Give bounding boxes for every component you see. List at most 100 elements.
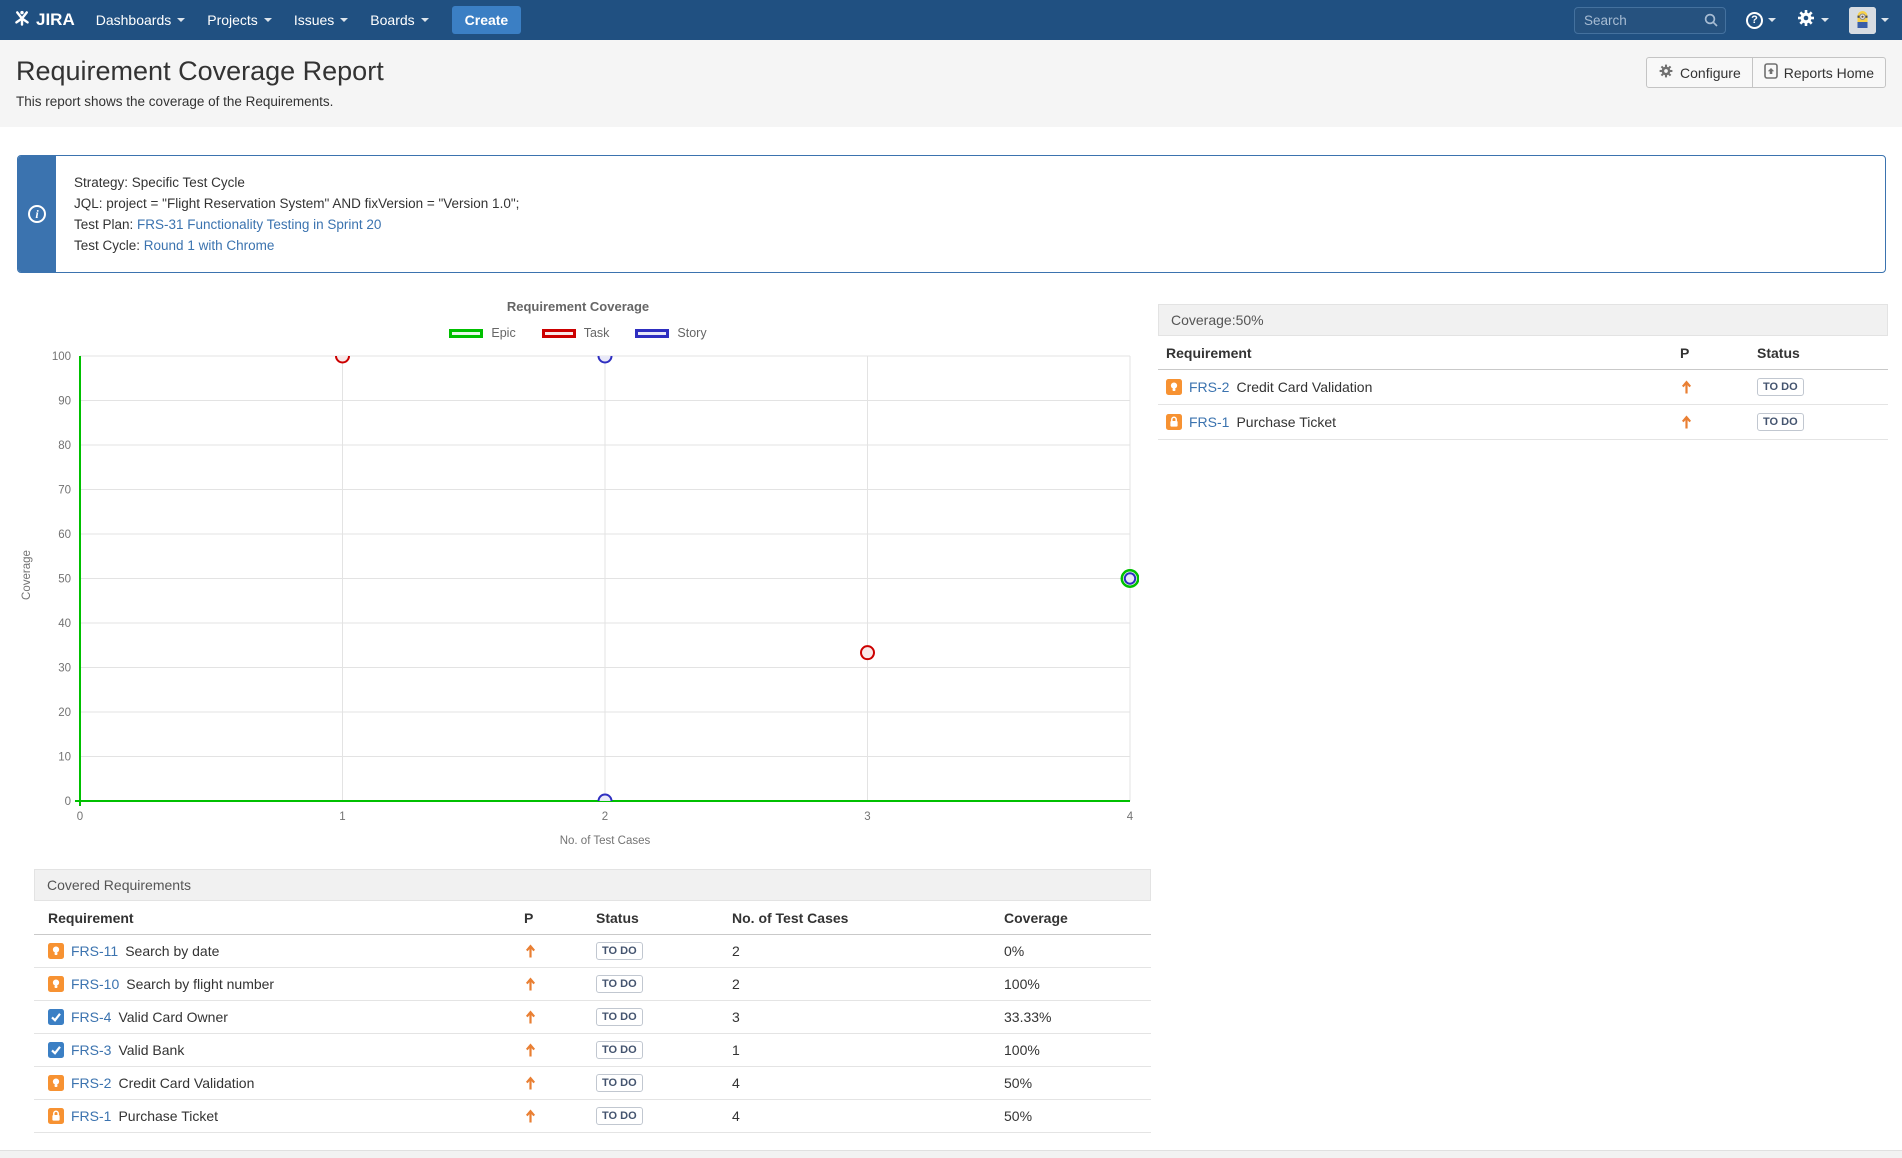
top-navbar: JIRA Dashboards Projects Issues Boards C… (0, 0, 1902, 40)
report-document-icon (1764, 63, 1778, 82)
status-badge: TO DO (1757, 413, 1804, 431)
issue-key-link[interactable]: FRS-1 (1189, 414, 1229, 430)
table-row: FRS-2Credit Card ValidationTO DO450% (34, 1067, 1151, 1100)
gear-icon (1796, 8, 1816, 33)
info-line: Strategy: Specific Test Cycle (74, 172, 519, 193)
issue-key-link[interactable]: FRS-4 (71, 1009, 111, 1025)
legend-label: Task (584, 326, 610, 340)
nav-boards[interactable]: Boards (359, 0, 439, 40)
table-header-row: RequirementPStatus (1158, 336, 1888, 370)
legend-swatch (542, 329, 576, 338)
svg-text:4: 4 (1127, 811, 1134, 823)
test-cases-value: 4 (724, 1108, 996, 1124)
task-issue-type-icon (48, 1009, 64, 1025)
legend-item-epic: Epic (449, 326, 515, 340)
y-axis-label: Coverage (21, 535, 33, 615)
bulb-issue-type-icon (48, 943, 64, 959)
status-badge: TO DO (596, 1008, 643, 1026)
svg-text:1: 1 (339, 811, 345, 823)
priority-high-icon (1680, 414, 1693, 430)
table-header-row: RequirementPStatusNo. of Test CasesCover… (34, 901, 1151, 935)
scatter-plot: 010203040506070809010001234 (17, 348, 1139, 834)
issue-key-link[interactable]: FRS-3 (71, 1042, 111, 1058)
issue-key-link[interactable]: FRS-10 (71, 976, 119, 992)
status-badge: TO DO (596, 1107, 643, 1125)
chart-title: Requirement Coverage (17, 299, 1139, 314)
issue-key-link[interactable]: FRS-11 (71, 943, 118, 959)
svg-text:40: 40 (58, 618, 71, 630)
coverage-value: 100% (996, 976, 1151, 992)
nav-projects[interactable]: Projects (196, 0, 283, 40)
chevron-down-icon (264, 18, 272, 22)
issue-summary: Valid Card Owner (118, 1009, 227, 1025)
info-link[interactable]: Round 1 with Chrome (144, 238, 275, 253)
priority-high-icon (524, 1009, 537, 1025)
table-row: FRS-2 Credit Card Validation TO DO (1158, 370, 1888, 405)
help-icon: ? (1746, 12, 1763, 29)
status-badge: TO DO (596, 975, 643, 993)
data-point-story[interactable] (599, 795, 612, 808)
svg-text:30: 30 (58, 663, 71, 675)
configure-button[interactable]: Configure (1646, 57, 1753, 88)
chevron-down-icon (1768, 18, 1776, 22)
issue-key-link[interactable]: FRS-2 (71, 1075, 111, 1091)
status-badge: TO DO (596, 942, 643, 960)
chevron-down-icon (1821, 18, 1829, 22)
coverage-value: 0% (996, 943, 1151, 959)
chevron-down-icon (421, 18, 429, 22)
reports-home-button[interactable]: Reports Home (1752, 57, 1886, 88)
priority-high-icon (1680, 379, 1693, 395)
data-point-task[interactable] (336, 350, 349, 363)
svg-text:70: 70 (58, 485, 71, 497)
chevron-down-icon (340, 18, 348, 22)
covered-requirements-header: Covered Requirements (34, 869, 1151, 901)
data-point-story[interactable] (1125, 573, 1135, 583)
user-menu[interactable] (1849, 7, 1889, 34)
column-header: P (1672, 345, 1749, 361)
nav-dashboards[interactable]: Dashboards (85, 0, 197, 40)
svg-text:60: 60 (58, 529, 71, 541)
chevron-down-icon (1881, 18, 1889, 22)
jira-logo-text: JIRA (36, 10, 75, 30)
x-axis-label: No. of Test Cases (80, 835, 1130, 847)
legend-label: Epic (491, 326, 515, 340)
legend-item-story: Story (635, 326, 706, 340)
table-row: FRS-3Valid BankTO DO1100% (34, 1034, 1151, 1067)
test-cases-value: 2 (724, 976, 996, 992)
status-badge: TO DO (1757, 378, 1804, 396)
issue-summary: Search by date (125, 943, 219, 959)
data-point-task[interactable] (861, 646, 874, 659)
coverage-value: 50% (996, 1108, 1151, 1124)
lock-issue-type-icon (48, 1108, 64, 1124)
page-subtitle: This report shows the coverage of the Re… (16, 94, 1886, 109)
create-button[interactable]: Create (452, 6, 522, 34)
priority-high-icon (524, 1075, 537, 1091)
table-row: FRS-10Search by flight numberTO DO2100% (34, 968, 1151, 1001)
nav-issues[interactable]: Issues (283, 0, 359, 40)
test-cases-value: 4 (724, 1075, 996, 1091)
info-link[interactable]: FRS-31 Functionality Testing in Sprint 2… (137, 217, 381, 232)
issue-key-link[interactable]: FRS-2 (1189, 379, 1229, 395)
chart-legend: Epic Task Story (17, 323, 1139, 343)
jira-logo-icon (13, 9, 31, 32)
page-header: Requirement Coverage Report This report … (0, 40, 1902, 127)
data-point-story[interactable] (599, 350, 612, 363)
bulb-issue-type-icon (48, 1075, 64, 1091)
issue-key-link[interactable]: FRS-1 (71, 1108, 111, 1124)
report-info-lines: Strategy: Specific Test CycleJQL: projec… (56, 156, 537, 272)
issue-summary: Credit Card Validation (1236, 379, 1372, 395)
coverage-value: 50% (996, 1075, 1151, 1091)
coverage-panel-header: Coverage:50% (1158, 304, 1888, 336)
legend-label: Story (677, 326, 706, 340)
info-line: Test Cycle: Round 1 with Chrome (74, 235, 519, 256)
info-icon: i (28, 205, 46, 223)
svg-text:50: 50 (58, 574, 71, 586)
table-row: FRS-4Valid Card OwnerTO DO333.33% (34, 1001, 1151, 1034)
test-cases-value: 3 (724, 1009, 996, 1025)
test-cases-value: 2 (724, 943, 996, 959)
settings-menu[interactable] (1796, 8, 1829, 33)
jira-logo[interactable]: JIRA (13, 9, 75, 32)
task-issue-type-icon (48, 1042, 64, 1058)
help-menu[interactable]: ? (1746, 12, 1776, 29)
coverage-chart: Requirement Coverage EpicTaskStory 01020… (17, 287, 1139, 1133)
